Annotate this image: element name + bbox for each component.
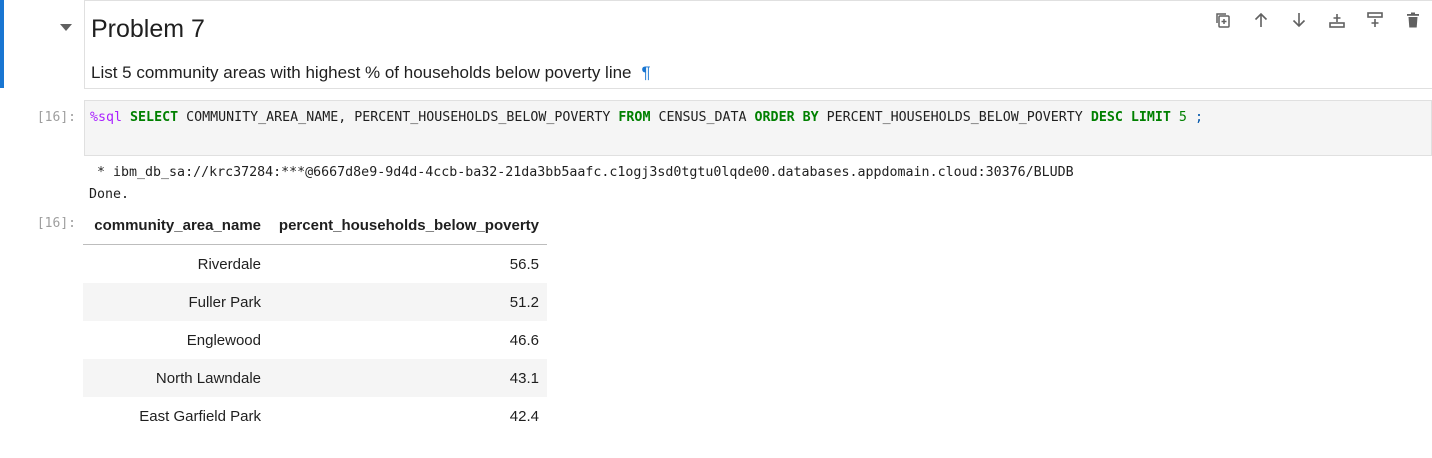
table-row: Fuller Park 51.2 (83, 283, 547, 321)
sql-keyword-limit: LIMIT (1130, 110, 1171, 125)
table-cell-name: North Lawndale (155, 369, 261, 387)
connection-output: * ibm_db_sa://krc37284:***@6667d8e9-9d4d… (89, 165, 1074, 180)
table-cell-name: Fuller Park (188, 293, 261, 311)
table-cell-value: 42.4 (509, 407, 539, 425)
delete-cell-icon (1407, 12, 1419, 28)
table-cell-name: East Garfield Park (139, 407, 261, 425)
table-cell-value: 51.2 (509, 293, 539, 311)
duplicate-cell-icon (1216, 13, 1230, 28)
anchor-link[interactable]: ¶ (642, 63, 651, 82)
problem-description: List 5 community areas with highest % of… (91, 63, 651, 83)
sql-columns: COMMUNITY_AREA_NAME, PERCENT_HOUSEHOLDS_… (186, 110, 611, 125)
markdown-cell-body[interactable]: Problem 7 List 5 community areas with hi… (84, 0, 1432, 89)
sql-magic: %sql (90, 110, 123, 125)
move-down-button[interactable] (1280, 7, 1318, 33)
table-row: East Garfield Park 42.4 (83, 397, 547, 435)
delete-cell-button[interactable] (1394, 7, 1432, 33)
column-header: community_area_name (83, 207, 269, 245)
sql-table: CENSUS_DATA (658, 110, 747, 125)
insert-below-button[interactable] (1318, 7, 1356, 33)
markdown-cell[interactable]: Problem 7 List 5 community areas with hi… (0, 0, 1432, 89)
code-line[interactable]: %sql SELECT COMMUNITY_AREA_NAME, PERCENT… (90, 110, 1203, 125)
table-cell-value: 46.6 (509, 331, 539, 349)
code-editor[interactable]: %sql SELECT COMMUNITY_AREA_NAME, PERCENT… (84, 100, 1432, 156)
move-down-icon (1292, 13, 1306, 28)
active-cell-indicator (0, 0, 4, 88)
problem-heading: Problem 7 (91, 15, 205, 43)
sql-semicolon: ; (1194, 110, 1203, 125)
status-output: Done. (89, 187, 130, 202)
table-row: Englewood 46.6 (83, 321, 547, 359)
table-cell-value: 43.1 (509, 369, 539, 387)
duplicate-cell-button[interactable] (1204, 7, 1242, 33)
move-up-button[interactable] (1242, 7, 1280, 33)
table-cell-name: Riverdale (197, 255, 261, 273)
table-cell-value: 56.5 (509, 255, 539, 273)
insert-above-icon (1367, 12, 1383, 27)
table-row: North Lawndale 43.1 (83, 359, 547, 397)
insert-below-icon (1329, 14, 1345, 28)
sql-order-column: PERCENT_HOUSEHOLDS_BELOW_POVERTY (826, 110, 1083, 125)
sql-keyword-select: SELECT (130, 110, 179, 125)
input-prompt: [16]: (36, 110, 76, 125)
table-header-row: community_area_name percent_households_b… (83, 207, 547, 245)
move-up-icon (1254, 12, 1268, 27)
sql-keyword-desc: DESC (1090, 110, 1123, 125)
column-header: percent_households_below_poverty (269, 207, 547, 245)
table-row: Riverdale 56.5 (83, 245, 547, 284)
insert-above-button[interactable] (1356, 7, 1394, 33)
collapse-caret-icon[interactable] (60, 24, 72, 31)
output-prompt: [16]: (36, 216, 76, 231)
cell-toolbar (1204, 7, 1432, 33)
problem-description-text: List 5 community areas with highest % of… (91, 63, 632, 82)
sql-keyword-from: FROM (618, 110, 651, 125)
sql-limit-value: 5 (1178, 110, 1187, 125)
result-table: community_area_name percent_households_b… (83, 207, 547, 435)
sql-keyword-order-by: ORDER BY (754, 110, 819, 125)
table-cell-name: Englewood (186, 331, 261, 349)
